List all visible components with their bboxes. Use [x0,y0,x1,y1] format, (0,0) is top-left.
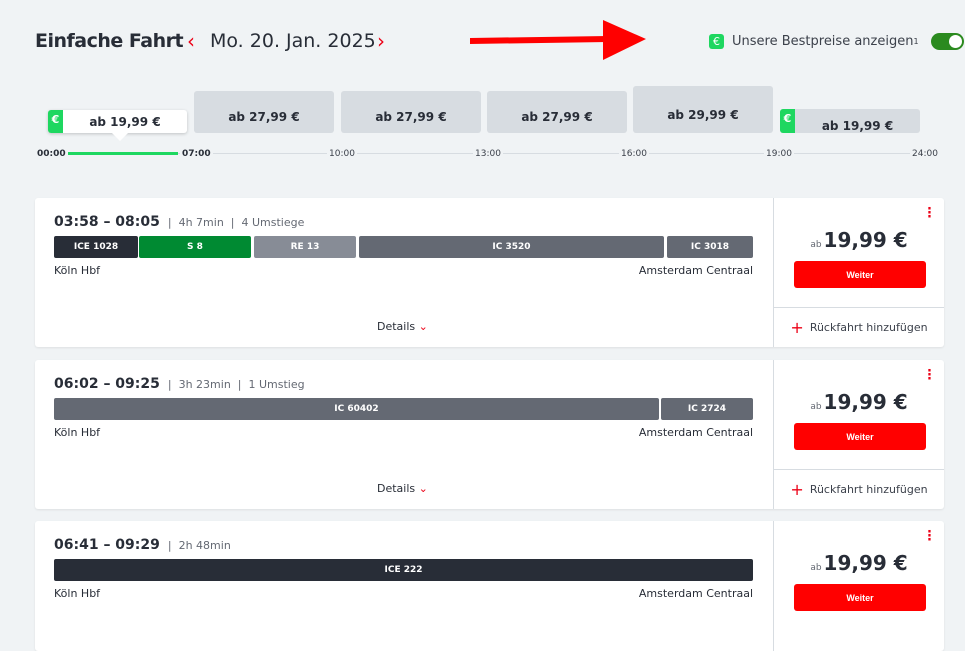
connection-times: 03:58 – 08:05 [54,214,160,230]
train-segment[interactable]: IC 2724 [661,398,753,420]
connection-price: 19,99 € [823,551,908,575]
red-arrow-annotation-icon [470,20,646,60]
train-segment[interactable]: IC 60402 [54,398,659,420]
continue-button[interactable]: Weiter [794,261,926,288]
price-slot[interactable]: ab 27,99 € [341,91,481,133]
price-slot[interactable]: ab 29,99 € [633,86,773,133]
euro-icon: € [780,109,795,133]
connection-times: 06:41 – 09:29 [54,537,160,553]
more-options-icon[interactable]: · · · [927,203,932,224]
connection-card[interactable]: 06:41 – 09:29 | 2h 48min ICE 222 Köln Hbf A… [35,521,944,651]
plus-icon: + [790,318,804,337]
previous-day-button[interactable]: ‹ [187,29,195,53]
bestprice-toggle[interactable] [930,33,964,50]
more-options-icon[interactable]: · · · [927,365,932,386]
origin-station: Köln Hbf [54,587,101,600]
continue-button[interactable]: Weiter [794,584,926,611]
chevron-down-icon: ⌄ [418,320,428,333]
train-segment[interactable]: S 8 [139,236,251,258]
train-segment[interactable]: IC 3018 [667,236,753,258]
price-slot[interactable]: ab 27,99 € [194,91,334,133]
add-return-trip-button[interactable]: + Rückfahrt hinzufügen [774,469,944,509]
price-slot-label: ab 19,99 € [89,114,161,129]
price-panel: · · · ab 19,99 € Weiter [773,521,944,651]
selected-pointer [112,133,128,141]
price-slot[interactable]: € ab 19,99 € [48,110,187,133]
price-slot-label: ab 29,99 € [667,107,739,122]
bestprice-toggle-row: € Unsere Bestpreise anzeigen 1 [709,33,964,50]
duration: 3h 23min [178,378,231,391]
connection-price: 19,99 € [823,390,908,414]
transfers: 4 Umstiege [241,216,305,229]
duration: 4h 7min [178,216,224,229]
timeline-label: 16:00 [619,149,649,159]
timeline-label: 00:00 [35,149,68,159]
origin-station: Köln Hbf [54,426,101,439]
timeline-label: 19:00 [764,149,794,159]
timeline-label: 24:00 [910,149,940,159]
euro-icon: € [709,34,724,49]
page-title: Einfache Fahrt [35,30,184,52]
chevron-down-icon: ⌄ [418,482,428,495]
train-segment[interactable]: ICE 222 [54,559,753,581]
train-segment[interactable]: RE 13 [254,236,356,258]
destination-station: Amsterdam Centraal [638,264,753,277]
destination-station: Amsterdam Centraal [638,587,753,600]
price-slot-label: ab 19,99 € [821,119,894,133]
price-slot[interactable]: € ab 19,99 € [780,109,920,133]
connection-times: 06:02 – 09:25 [54,376,160,392]
timeline-label: 07:00 [180,149,213,159]
origin-station: Köln Hbf [54,264,101,277]
train-segment[interactable]: IC 3520 [359,236,664,258]
details-toggle[interactable]: Details ⌄ [377,320,428,333]
euro-icon: € [48,110,63,133]
plus-icon: + [790,480,804,499]
price-panel: · · · ab 19,99 € Weiter + Rückfahrt hinzufüg… [773,360,944,509]
price-slot-label: ab 27,99 € [521,110,593,124]
connection-card[interactable]: 06:02 – 09:25 | 3h 23min | 1 Umstieg IC 60… [35,360,944,509]
more-options-icon[interactable]: · · · [927,526,932,547]
price-slot-label: ab 27,99 € [375,110,447,124]
timeline-label: 10:00 [327,149,357,159]
next-day-button[interactable]: › [377,29,385,53]
details-toggle[interactable]: Details ⌄ [377,482,428,495]
timeline-label: 13:00 [473,149,503,159]
travel-date: Mo. 20. Jan. 2025 [210,30,376,52]
bestprice-label: Unsere Bestpreise anzeigen [732,34,914,49]
price-slot-label: ab 27,99 € [228,110,300,124]
destination-station: Amsterdam Centraal [638,426,753,439]
timeline-selected-range [64,152,178,155]
connection-price: 19,99 € [823,228,908,252]
continue-button[interactable]: Weiter [794,423,926,450]
duration: 2h 48min [178,539,231,552]
price-slot[interactable]: ab 27,99 € [487,91,627,133]
price-panel: · · · ab 19,99 € Weiter + Rückfahrt hinzufüg… [773,198,944,347]
transfers: 1 Umstieg [248,378,305,391]
add-return-trip-button[interactable]: + Rückfahrt hinzufügen [774,307,944,347]
connection-card[interactable]: 03:58 – 08:05 | 4h 7min | 4 Umstiege ICE 1… [35,198,944,347]
train-segment[interactable]: ICE 1028 [54,236,138,258]
